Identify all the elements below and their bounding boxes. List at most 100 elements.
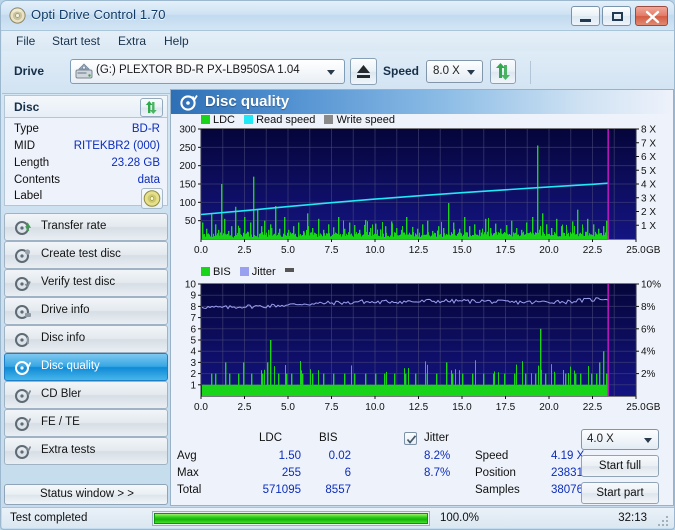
svg-text:300: 300: [179, 125, 196, 136]
svg-text:4: 4: [190, 347, 196, 358]
svg-text:0.0: 0.0: [194, 245, 208, 256]
menu-item-extra[interactable]: Extra: [112, 33, 152, 50]
chevron-down-icon: [327, 70, 335, 75]
svg-text:100: 100: [179, 198, 196, 209]
sidebar-item-transfer-rate[interactable]: Transfer rate: [4, 213, 168, 241]
svg-text:2: 2: [190, 369, 196, 380]
sidebar-item-disc-quality[interactable]: Disc quality: [4, 353, 168, 381]
eject-button[interactable]: [350, 58, 377, 85]
disc-value: 23.28 GB: [111, 157, 160, 169]
svg-text:GB: GB: [646, 402, 661, 413]
sidebar-item-label: Extra tests: [41, 444, 96, 456]
svg-text:2 X: 2 X: [641, 207, 656, 218]
disc-panel-header: Disc: [4, 95, 168, 117]
svg-text:50: 50: [185, 216, 197, 227]
svg-text:7.5: 7.5: [325, 245, 339, 256]
disc-row-label: Label: [5, 188, 169, 209]
svg-text:2%: 2%: [641, 369, 656, 380]
svg-text:5 X: 5 X: [641, 166, 656, 177]
bis-jitter-plot[interactable]: 12345678910 2% 4% 6% 8% 10% 0.0 2.5 5.0 7.5 10.0 12…: [171, 266, 673, 431]
svg-text:15.0: 15.0: [452, 402, 472, 413]
sidebar-item-label: Create test disc: [41, 248, 121, 260]
svg-text:7 X: 7 X: [641, 138, 656, 149]
checkmark-icon: [406, 435, 417, 444]
svg-text:22.5: 22.5: [583, 402, 603, 413]
results-row-total-label: Total: [177, 484, 202, 496]
position-label: Position: [475, 467, 516, 479]
svg-text:2.5: 2.5: [238, 245, 252, 256]
eject-icon: [357, 65, 370, 78]
svg-text:8%: 8%: [641, 302, 656, 313]
svg-text:150: 150: [179, 180, 196, 191]
svg-text:1: 1: [190, 380, 196, 391]
svg-text:8: 8: [190, 302, 196, 313]
chevron-down-icon: [467, 70, 475, 75]
results-header-ldc: LDC: [259, 432, 283, 444]
toolbar-separator: [530, 61, 531, 84]
disc-row-length: Length 23.28 GB: [5, 157, 169, 174]
results-row-max-label: Max: [177, 467, 199, 479]
disc-quality-icon: [15, 360, 32, 376]
disc-refresh-button[interactable]: [140, 98, 163, 117]
progress-percent: 100.0%: [440, 512, 480, 524]
drive-dropdown[interactable]: (G:) PLEXTOR BD-R PX-LB950SA 1.04: [70, 59, 345, 84]
menu-item-file[interactable]: File: [10, 33, 41, 50]
speed-label: Speed: [383, 64, 420, 78]
results-row-avg-label: Avg: [177, 450, 197, 462]
sidebar-item-extra-tests[interactable]: Extra tests: [4, 437, 168, 465]
svg-text:25.0: 25.0: [626, 402, 646, 413]
disc-info-panel: Type BD-R MID RITEKBR2 (000) Length 23.2…: [4, 117, 169, 209]
sidebar-item-disc-info[interactable]: Disc info: [4, 325, 168, 353]
results-max-bis: 6: [344, 467, 351, 479]
svg-text:5.0: 5.0: [281, 402, 295, 413]
disc-label-icon[interactable]: [141, 188, 163, 209]
svg-text:10%: 10%: [641, 280, 661, 291]
disc-value: BD-R: [131, 123, 160, 135]
menu-item-start-test[interactable]: Start test: [46, 33, 106, 50]
svg-text:5.0: 5.0: [281, 245, 295, 256]
sidebar-item-fe-te[interactable]: FE / TE: [4, 409, 168, 437]
progress-bar-fill: [154, 513, 428, 524]
drive-toolbar: Drive (G:) PLEXTOR BD-R PX-LB950SA 1.04: [2, 51, 674, 94]
transfer-rate-icon: [15, 220, 32, 236]
status-message: Test completed: [10, 512, 88, 524]
sidebar-item-cd-bler[interactable]: CD Bler: [4, 381, 168, 409]
close-button[interactable]: [635, 6, 668, 26]
resize-grip[interactable]: [658, 513, 670, 526]
menu-item-help[interactable]: Help: [158, 33, 195, 50]
results-header-jitter: Jitter: [424, 432, 449, 444]
jitter-checkbox[interactable]: [404, 432, 417, 445]
speed-dropdown[interactable]: 8.0 X: [426, 60, 483, 83]
results-header-bis: BIS: [319, 432, 338, 444]
status-window-button[interactable]: Status window > >: [4, 484, 168, 505]
svg-text:1 X: 1 X: [641, 221, 656, 232]
drive-label: Drive: [14, 64, 45, 78]
samples-label: Samples: [475, 484, 520, 496]
cd-bler-icon: [15, 388, 32, 404]
disc-quality-icon: [180, 94, 198, 111]
ldc-chart: LDC Read speed Write speed 50 100 150 200 25…: [171, 114, 673, 266]
speed-value: 8.0 X: [433, 65, 460, 77]
sidebar-item-verify-test-disc[interactable]: Verify test disc: [4, 269, 168, 297]
test-speed-dropdown[interactable]: 4.0 X: [581, 429, 659, 450]
svg-text:0.0: 0.0: [194, 402, 208, 413]
minimize-button[interactable]: [571, 6, 600, 26]
disc-key: Contents: [14, 174, 61, 186]
start-part-button[interactable]: Start part: [581, 482, 659, 504]
maximize-button[interactable]: [602, 6, 631, 26]
svg-text:4%: 4%: [641, 347, 656, 358]
verify-test-disc-icon: [15, 276, 31, 292]
start-full-button[interactable]: Start full: [581, 455, 659, 477]
svg-text:25.0: 25.0: [626, 245, 646, 256]
ldc-plot[interactable]: 50 100 150 200 250 300 1 X 2 X 3 X 4 X 5 X 6 X 7 X 8 …: [171, 114, 673, 266]
refresh-button[interactable]: [490, 59, 516, 84]
svg-text:17.5: 17.5: [496, 245, 516, 256]
results-max-jitter: 8.7%: [424, 467, 451, 479]
create-test-disc-icon: [15, 248, 31, 264]
refresh-arrows-icon: [145, 101, 157, 114]
svg-text:250: 250: [179, 143, 196, 154]
sidebar-item-create-test-disc[interactable]: Create test disc: [4, 241, 168, 269]
sidebar-item-label: Disc info: [41, 332, 86, 344]
svg-text:20.0: 20.0: [539, 245, 559, 256]
sidebar-item-drive-info[interactable]: Drive info: [4, 297, 168, 325]
